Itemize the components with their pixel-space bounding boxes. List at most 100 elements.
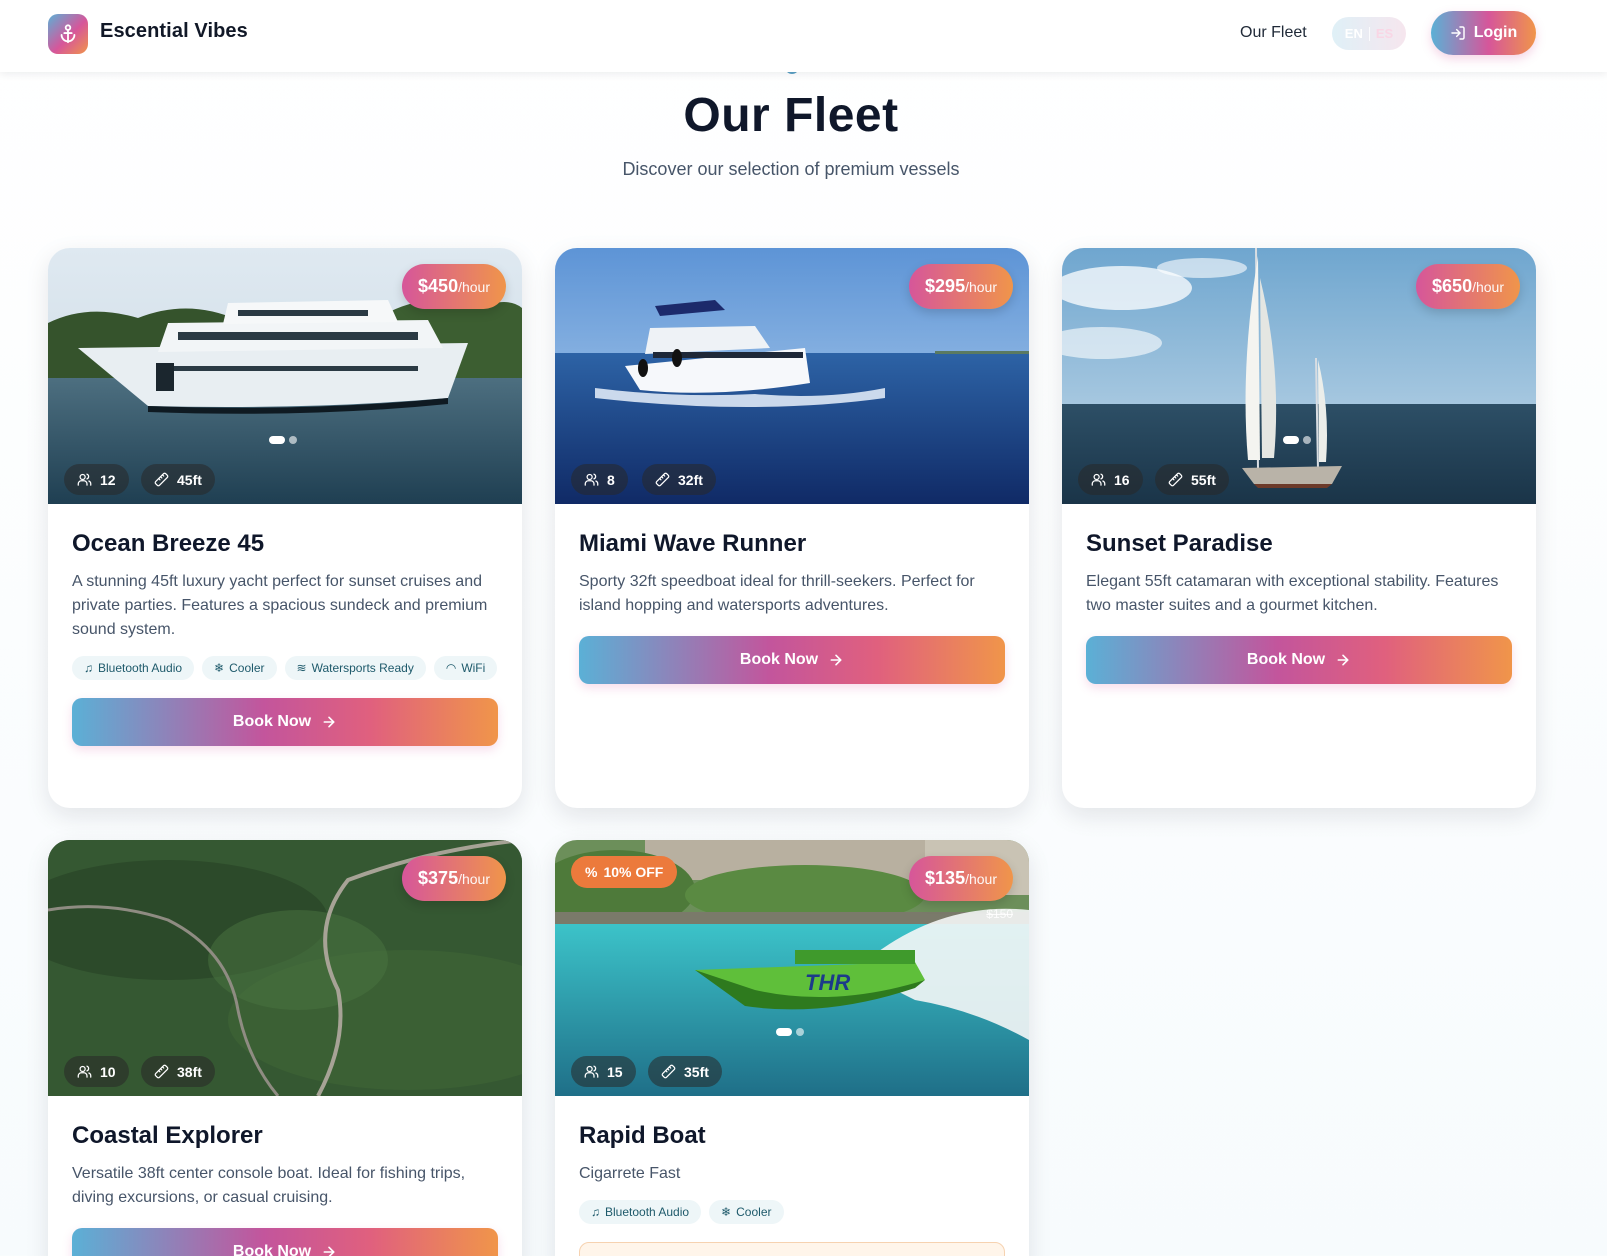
carousel-dot-active[interactable] bbox=[269, 436, 285, 444]
log-in-icon bbox=[1450, 26, 1465, 40]
feature-tag: ❄ Cooler bbox=[202, 656, 277, 680]
lang-en-option[interactable]: EN bbox=[1345, 26, 1363, 41]
language-toggle[interactable]: EN ES bbox=[1332, 17, 1406, 50]
feature-label: Bluetooth Audio bbox=[605, 1205, 690, 1219]
boat-image[interactable]: $375/hour 10 38ft bbox=[48, 840, 522, 1096]
feature-label: Bluetooth Audio bbox=[98, 661, 183, 675]
carousel-dot[interactable] bbox=[796, 1028, 804, 1036]
arrow-right-icon bbox=[323, 1246, 335, 1256]
price-amount: $450 bbox=[418, 276, 459, 296]
boat-image[interactable]: $650/hour 16 55ft bbox=[1062, 248, 1536, 504]
feature-tag: ♫ Bluetooth Audio bbox=[579, 1200, 702, 1224]
login-label: Login bbox=[1473, 24, 1518, 41]
boat-description: Versatile 38ft center console boat. Idea… bbox=[72, 1165, 466, 1206]
book-now-button[interactable]: Book Now bbox=[72, 698, 498, 746]
boat-image[interactable]: $450/hour 12 45ft bbox=[48, 248, 522, 504]
boat-name: Miami Wave Runner bbox=[579, 530, 807, 557]
users-icon bbox=[1091, 473, 1106, 486]
feature-label: Cooler bbox=[736, 1205, 772, 1219]
boat-description: Cigarrete Fast bbox=[579, 1165, 681, 1182]
image-carousel-dots[interactable] bbox=[269, 436, 297, 444]
arrow-right-icon bbox=[323, 716, 335, 728]
price-badge: $650/hour bbox=[1416, 264, 1520, 309]
guests-chip: 10 bbox=[64, 1056, 129, 1087]
carousel-dot[interactable] bbox=[289, 436, 297, 444]
book-now-label: Book Now bbox=[1246, 651, 1326, 668]
length-value: 38ft bbox=[177, 1063, 202, 1080]
boat-card: $450/hour 12 45ft Ocean Breeze 45 A stun… bbox=[48, 248, 522, 808]
book-now-button[interactable]: Book Now bbox=[579, 636, 1005, 684]
book-now-label: Book Now bbox=[232, 1243, 312, 1256]
guests-count: 15 bbox=[607, 1063, 623, 1080]
book-now-label: Book Now bbox=[739, 651, 819, 668]
boat-name: Sunset Paradise bbox=[1086, 530, 1273, 557]
guests-chip: 8 bbox=[571, 464, 628, 495]
guests-count: 8 bbox=[607, 471, 615, 488]
book-now-button[interactable] bbox=[579, 1242, 1005, 1256]
price-amount: $135 bbox=[925, 868, 966, 888]
brand-name[interactable]: Escential Vibes bbox=[100, 20, 248, 43]
boat-image[interactable]: THR % 10% OFF $135/hour $150 15 35ft bbox=[555, 840, 1029, 1096]
book-now-label: Book Now bbox=[232, 713, 312, 730]
discount-label: 10% OFF bbox=[603, 864, 664, 880]
lang-es-option[interactable]: ES bbox=[1376, 26, 1393, 41]
price-badge: $450/hour bbox=[402, 264, 506, 309]
snowflake-icon: ❄ bbox=[214, 661, 225, 675]
percent-icon: % bbox=[585, 864, 598, 880]
feature-label: Watersports Ready bbox=[311, 661, 414, 675]
ruler-icon bbox=[661, 1064, 676, 1079]
length-chip: 45ft bbox=[141, 464, 215, 495]
nav-our-fleet[interactable]: Our Fleet bbox=[1240, 24, 1307, 42]
page-subtitle: Discover our selection of premium vessel… bbox=[622, 159, 960, 179]
boat-card: THR % 10% OFF $135/hour $150 15 35ft Rap… bbox=[555, 840, 1029, 1256]
carousel-dot-active[interactable] bbox=[1283, 436, 1299, 444]
boat-card: $295/hour 8 32ft Miami Wave Runner Sport… bbox=[555, 248, 1029, 808]
feature-list: ♫ Bluetooth Audio ❄ Cooler bbox=[579, 1200, 1005, 1224]
carousel-dot-active[interactable] bbox=[776, 1028, 792, 1036]
boat-description: Elegant 55ft catamaran with exceptional … bbox=[1086, 573, 1499, 614]
svg-text:THR: THR bbox=[805, 970, 850, 995]
lang-separator bbox=[1368, 26, 1370, 41]
length-value: 45ft bbox=[177, 471, 202, 488]
price-amount: $650 bbox=[1432, 276, 1473, 296]
length-chip: 55ft bbox=[1155, 464, 1229, 495]
ruler-icon bbox=[1168, 472, 1183, 487]
price-unit: /hour bbox=[458, 278, 490, 295]
snowflake-icon: ❄ bbox=[721, 1205, 732, 1219]
image-carousel-dots[interactable] bbox=[776, 1028, 804, 1036]
length-value: 35ft bbox=[684, 1063, 709, 1080]
length-chip: 32ft bbox=[642, 464, 716, 495]
boat-card: $375/hour 10 38ft Coastal Explorer Versa… bbox=[48, 840, 522, 1256]
feature-tag: ≋ Watersports Ready bbox=[284, 656, 426, 680]
ruler-icon bbox=[154, 1064, 169, 1079]
arrow-right-icon bbox=[1337, 654, 1349, 666]
music-icon: ♫ bbox=[84, 661, 93, 675]
music-icon: ♫ bbox=[591, 1205, 600, 1219]
length-chip: 35ft bbox=[648, 1056, 722, 1087]
boat-image[interactable]: $295/hour 8 32ft bbox=[555, 248, 1029, 504]
boat-description: A stunning 45ft luxury yacht perfect for… bbox=[72, 573, 488, 638]
price-amount: $295 bbox=[925, 276, 966, 296]
boat-description: Sporty 32ft speedboat ideal for thrill-s… bbox=[579, 573, 975, 614]
guests-chip: 16 bbox=[1078, 464, 1143, 495]
price-unit: /hour bbox=[965, 278, 997, 295]
users-icon bbox=[584, 473, 599, 486]
length-chip: 38ft bbox=[141, 1056, 215, 1087]
book-now-button[interactable]: Book Now bbox=[72, 1228, 498, 1256]
length-value: 32ft bbox=[678, 471, 703, 488]
arrow-right-icon bbox=[830, 654, 842, 666]
price-badge: $295/hour bbox=[909, 264, 1013, 309]
login-button[interactable]: Login bbox=[1431, 11, 1536, 55]
image-carousel-dots[interactable] bbox=[1283, 436, 1311, 444]
boat-name: Ocean Breeze 45 bbox=[72, 530, 265, 557]
feature-label: Cooler bbox=[229, 661, 265, 675]
waves-icon: ≋ bbox=[296, 661, 307, 675]
logo[interactable] bbox=[48, 14, 88, 54]
price-badge: $135/hour bbox=[909, 856, 1013, 901]
price-badge: $375/hour bbox=[402, 856, 506, 901]
ruler-icon bbox=[655, 472, 670, 487]
carousel-dot[interactable] bbox=[1303, 436, 1311, 444]
feature-label: WiFi bbox=[461, 661, 486, 675]
feature-tag: ♫ Bluetooth Audio bbox=[72, 656, 195, 680]
book-now-button[interactable]: Book Now bbox=[1086, 636, 1512, 684]
